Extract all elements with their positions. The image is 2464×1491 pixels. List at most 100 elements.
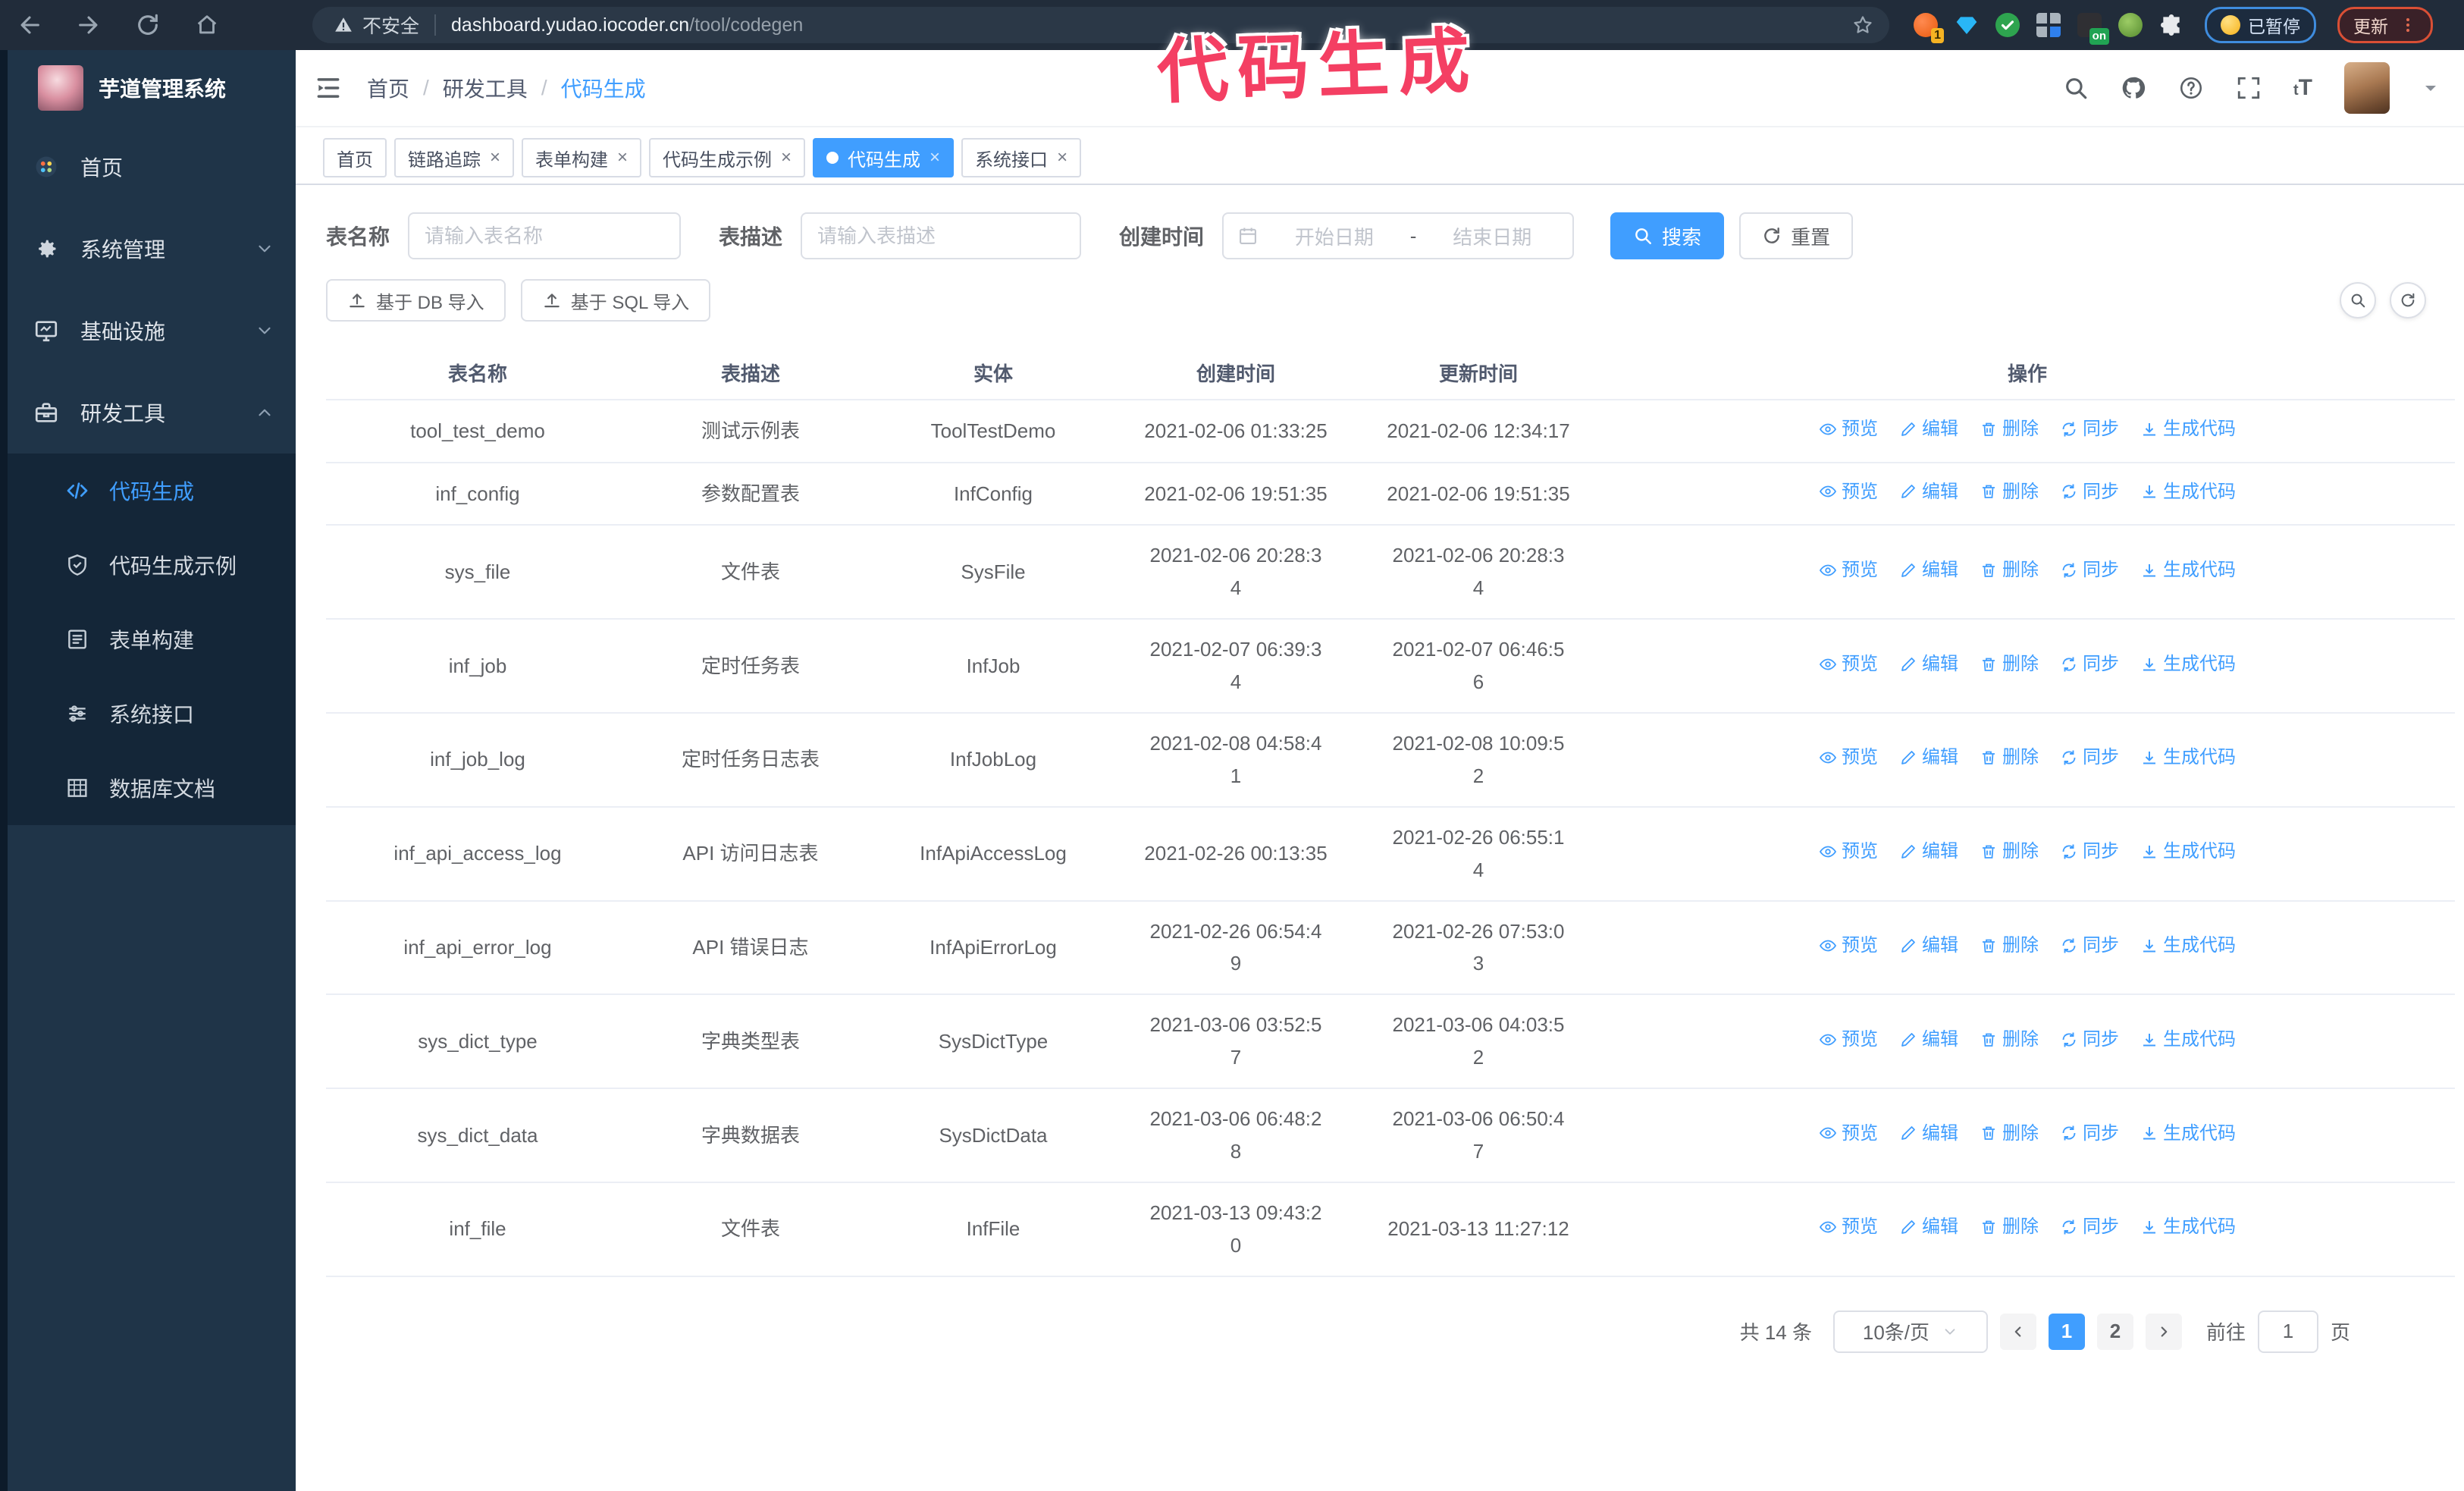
edit-link[interactable]: 编辑	[1899, 1212, 1958, 1242]
search-icon[interactable]	[2063, 75, 2089, 101]
generate-code-link[interactable]: 生成代码	[2140, 1212, 2236, 1242]
edit-link[interactable]: 编辑	[1899, 477, 1958, 507]
close-icon[interactable]: ×	[781, 149, 792, 167]
sync-link[interactable]: 同步	[2060, 931, 2119, 961]
sidebar-item-system-api[interactable]: 系统接口	[8, 676, 296, 751]
extension-icon[interactable]: on	[2077, 13, 2109, 45]
sync-link[interactable]: 同步	[2060, 1212, 2119, 1242]
generate-code-link[interactable]: 生成代码	[2140, 1119, 2236, 1149]
goto-page-input[interactable]	[2257, 1310, 2318, 1353]
toggle-search-button[interactable]	[2340, 282, 2376, 319]
fullscreen-icon[interactable]	[2236, 75, 2262, 101]
close-icon[interactable]: ×	[1057, 149, 1067, 167]
delete-link[interactable]: 删除	[1980, 1212, 2039, 1242]
sidebar-item-dev-tools[interactable]: 研发工具	[8, 372, 296, 454]
caret-down-icon[interactable]	[2422, 79, 2440, 97]
sync-link[interactable]: 同步	[2060, 555, 2119, 585]
sync-link[interactable]: 同步	[2060, 649, 2119, 680]
table-name-input[interactable]	[408, 212, 682, 259]
sidebar-item-form-builder[interactable]: 表单构建	[8, 602, 296, 676]
page-button-2[interactable]: 2	[2096, 1313, 2133, 1350]
browser-menu-icon[interactable]	[2399, 16, 2417, 34]
edit-link[interactable]: 编辑	[1899, 1119, 1958, 1149]
delete-link[interactable]: 删除	[1980, 649, 2039, 680]
edit-link[interactable]: 编辑	[1899, 1025, 1958, 1055]
app-logo-row[interactable]: 芋道管理系统	[8, 50, 296, 126]
browser-back-icon[interactable]	[17, 12, 42, 38]
close-icon[interactable]: ×	[617, 149, 628, 167]
preview-link[interactable]: 预览	[1819, 837, 1878, 867]
preview-link[interactable]: 预览	[1819, 1212, 1878, 1242]
edit-link[interactable]: 编辑	[1899, 837, 1958, 867]
delete-link[interactable]: 删除	[1980, 1119, 2039, 1149]
browser-reload-icon[interactable]	[135, 12, 161, 38]
preview-link[interactable]: 预览	[1819, 1119, 1878, 1149]
import-db-button[interactable]: 基于 DB 导入	[326, 279, 506, 322]
edit-link[interactable]: 编辑	[1899, 649, 1958, 680]
delete-link[interactable]: 删除	[1980, 555, 2039, 585]
sidebar-item-home[interactable]: 首页	[8, 126, 296, 208]
help-icon[interactable]	[2178, 75, 2204, 101]
delete-link[interactable]: 删除	[1980, 414, 2039, 444]
preview-link[interactable]: 预览	[1819, 931, 1878, 961]
next-page-button[interactable]	[2145, 1313, 2182, 1350]
generate-code-link[interactable]: 生成代码	[2140, 649, 2236, 680]
delete-link[interactable]: 删除	[1980, 742, 2039, 773]
extension-gem-icon[interactable]	[1955, 13, 1979, 37]
preview-link[interactable]: 预览	[1819, 477, 1878, 507]
reset-button[interactable]: 重置	[1739, 212, 1854, 259]
browser-update-button[interactable]: 更新	[2337, 7, 2433, 43]
prev-page-button[interactable]	[1999, 1313, 2036, 1350]
breadcrumb-dev-tools[interactable]: 研发工具	[443, 73, 528, 103]
generate-code-link[interactable]: 生成代码	[2140, 1025, 2236, 1055]
preview-link[interactable]: 预览	[1819, 555, 1878, 585]
breadcrumb-home[interactable]: 首页	[367, 73, 409, 103]
close-icon[interactable]: ×	[929, 149, 940, 167]
sidebar-toggle-icon[interactable]	[314, 74, 343, 102]
generate-code-link[interactable]: 生成代码	[2140, 477, 2236, 507]
font-size-icon[interactable]: tT	[2293, 77, 2312, 99]
refresh-table-button[interactable]	[2390, 282, 2426, 319]
sidebar-item-infrastructure[interactable]: 基础设施	[8, 290, 296, 372]
breadcrumb-current[interactable]: 代码生成	[561, 73, 646, 103]
edit-link[interactable]: 编辑	[1899, 414, 1958, 444]
sync-link[interactable]: 同步	[2060, 1025, 2119, 1055]
extension-puzzle-icon[interactable]	[2159, 13, 2183, 37]
edit-link[interactable]: 编辑	[1899, 555, 1958, 585]
table-desc-input[interactable]	[801, 212, 1082, 259]
generate-code-link[interactable]: 生成代码	[2140, 742, 2236, 773]
github-icon[interactable]	[2121, 75, 2146, 101]
date-range-picker[interactable]: 开始日期 - 结束日期	[1222, 212, 1575, 259]
avatar[interactable]	[2344, 62, 2390, 114]
sidebar-item-codegen[interactable]: 代码生成	[8, 454, 296, 528]
sidebar-item-system-management[interactable]: 系统管理	[8, 208, 296, 290]
tab[interactable]: 链路追踪 ×	[394, 138, 515, 177]
sync-link[interactable]: 同步	[2060, 742, 2119, 773]
tab[interactable]: 代码生成 ×	[813, 138, 955, 177]
extension-grid-icon[interactable]	[2036, 13, 2061, 37]
edit-link[interactable]: 编辑	[1899, 931, 1958, 961]
extension-icon[interactable]: 1	[1914, 13, 1944, 43]
preview-link[interactable]: 预览	[1819, 414, 1878, 444]
generate-code-link[interactable]: 生成代码	[2140, 931, 2236, 961]
import-sql-button[interactable]: 基于 SQL 导入	[520, 279, 711, 322]
close-icon[interactable]: ×	[490, 149, 500, 167]
sync-link[interactable]: 同步	[2060, 477, 2119, 507]
sync-link[interactable]: 同步	[2060, 414, 2119, 444]
delete-link[interactable]: 删除	[1980, 837, 2039, 867]
preview-link[interactable]: 预览	[1819, 1025, 1878, 1055]
search-button[interactable]: 搜索	[1610, 212, 1725, 259]
browser-forward-icon[interactable]	[76, 12, 102, 38]
sidebar-item-codegen-example[interactable]: 代码生成示例	[8, 528, 296, 602]
extension-icon[interactable]	[2118, 13, 2143, 37]
edit-link[interactable]: 编辑	[1899, 742, 1958, 773]
page-button-1[interactable]: 1	[2048, 1313, 2085, 1350]
url-bar[interactable]: 不安全 dashboard.yudao.iocoder.cn /tool/cod…	[312, 7, 1889, 43]
tab[interactable]: 表单构建 ×	[522, 138, 642, 177]
page-size-select[interactable]: 10条/页	[1832, 1310, 1988, 1353]
delete-link[interactable]: 删除	[1980, 477, 2039, 507]
delete-link[interactable]: 删除	[1980, 931, 2039, 961]
generate-code-link[interactable]: 生成代码	[2140, 555, 2236, 585]
generate-code-link[interactable]: 生成代码	[2140, 837, 2236, 867]
sync-link[interactable]: 同步	[2060, 1119, 2119, 1149]
